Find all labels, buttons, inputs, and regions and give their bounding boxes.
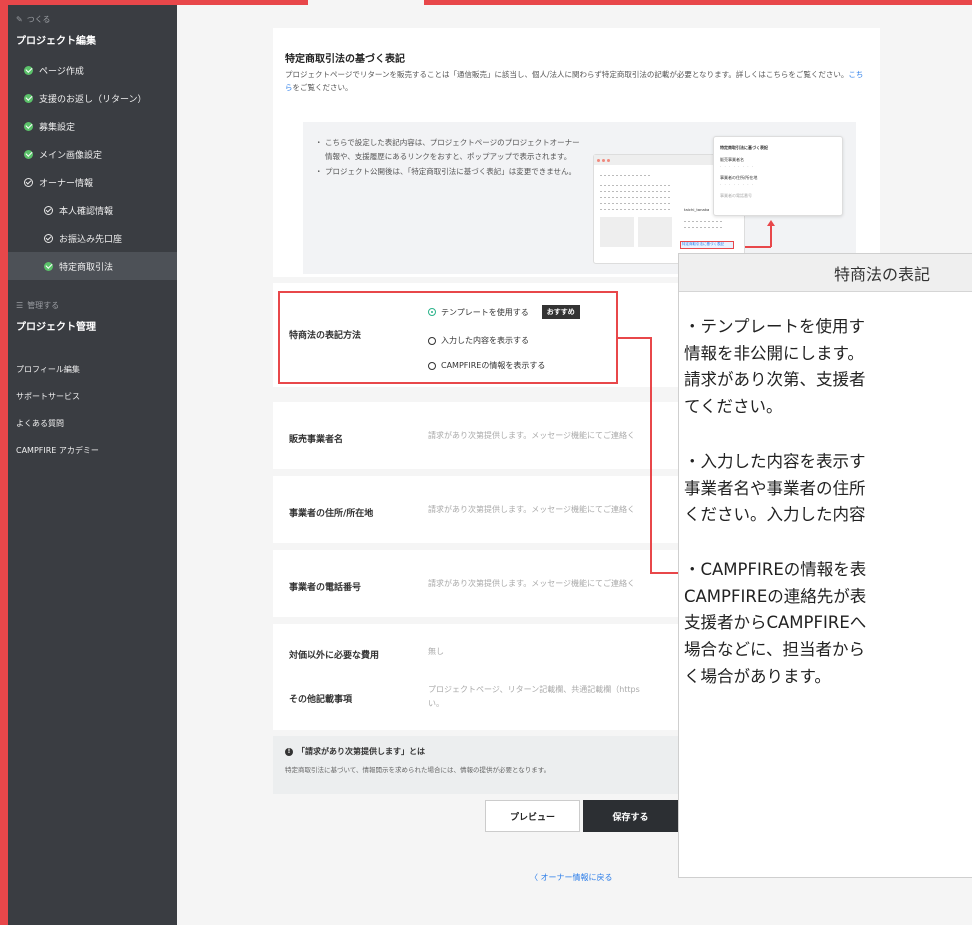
sidebar-link-profile[interactable]: プロフィール編集 — [8, 356, 177, 383]
sidebar-item-label: ページ作成 — [39, 66, 84, 77]
field-value[interactable]: 請求があり次第提供します。メッセージ機能にてご連絡く — [428, 504, 635, 516]
sidebar-section-label: 管理する — [27, 300, 60, 310]
field-label: 事業者の住所/所在地 — [289, 509, 374, 519]
field-label: 販売事業者名 — [289, 435, 344, 445]
illustration-owner: taichi_tanaka — [684, 207, 710, 212]
illustration-popup: 特定商取引法に基づく表記 販売事業者名 · · · · · · · · 事業者の… — [713, 136, 843, 216]
section-title: 特定商取引法の基づく表記 — [285, 54, 405, 65]
field-label: その他記載事項 — [289, 695, 353, 705]
screen: ✎ つくる プロジェクト編集 ページ作成 支援のお返し（リターン） 募集設定 メ… — [0, 0, 972, 925]
check-circle-icon — [24, 93, 33, 103]
sidebar-item-returns[interactable]: 支援のお返し（リターン） — [8, 84, 177, 112]
connector-line — [650, 337, 652, 574]
field-label: 対価以外に必要な費用 — [289, 651, 380, 661]
tooltip-body: ・テンプレートを使用す 情報を非公開にします。 請求があり次第、支援者 てくださ… — [684, 317, 867, 686]
highlight-frame-top — [424, 0, 972, 5]
check-outline-icon — [44, 205, 53, 215]
check-circle-icon — [24, 121, 33, 131]
highlight-frame-top — [8, 0, 308, 5]
sidebar-heading-project-manage[interactable]: プロジェクト管理 — [8, 314, 177, 336]
sidebar-item-recruit-settings[interactable]: 募集設定 — [8, 112, 177, 140]
connector-line — [618, 337, 651, 339]
check-circle-icon — [24, 149, 33, 159]
field-value[interactable]: 請求があり次第提供します。メッセージ機能にてご連絡く — [428, 430, 635, 442]
exclamation-icon: ! — [285, 747, 293, 756]
sidebar-item-label: 募集設定 — [39, 122, 76, 133]
save-button[interactable]: 保存する — [583, 800, 678, 832]
sidebar-link-academy[interactable]: CAMPFIRE アカデミー — [8, 437, 177, 464]
illustration-link: 特定商取引法に基づく表記 — [680, 241, 734, 249]
info-description: 特定商取引法に基づいて、情報開示を求められた場合には、情報の提供が必要となります… — [285, 766, 551, 774]
sidebar-item-bank-account[interactable]: お振込み先口座 — [8, 224, 177, 252]
sidebar-item-main-image[interactable]: メイン画像設定 — [8, 140, 177, 168]
sidebar-item-label: お振込み先口座 — [59, 234, 123, 245]
preview-button[interactable]: プレビュー — [485, 800, 580, 832]
sidebar-section-create: ✎ つくる — [8, 10, 177, 28]
note-item: プロジェクト公開後は、「特定商取引法に基づく表記」は変更できません。 — [315, 165, 585, 179]
sidebar-heading-project-edit[interactable]: プロジェクト編集 — [8, 28, 177, 50]
field-value[interactable]: 無し — [428, 646, 444, 658]
sidebar-item-label: 特定商取引法 — [59, 262, 114, 273]
check-circle-icon — [44, 261, 53, 271]
back-to-owner-info-link[interactable]: 〈 オーナー情報に戻る — [530, 872, 613, 883]
sidebar-link-faq[interactable]: よくある質問 — [8, 410, 177, 437]
sidebar-item-commerce-law[interactable]: 特定商取引法 — [8, 252, 177, 280]
field-value[interactable]: 請求があり次第提供します。メッセージ機能にてご連絡く — [428, 578, 635, 590]
sidebar-item-label: 支援のお返し（リターン） — [39, 94, 147, 105]
arrow-up-icon — [767, 220, 775, 226]
field-value-continued: い。 — [428, 699, 444, 708]
field-label: 事業者の電話番号 — [289, 583, 362, 593]
section-description: プロジェクトページでリターンを販売することは「通信販売」に該当し、個人/法人に関… — [285, 70, 864, 93]
check-circle-icon — [24, 65, 33, 75]
explanation-tooltip: 特商法の表記 ・テンプレートを使用す 情報を非公開にします。 請求があり次第、支… — [678, 253, 972, 878]
highlight-box — [278, 291, 618, 384]
connector-line — [650, 572, 680, 574]
sidebar-section-label: つくる — [26, 14, 51, 24]
sidebar-link-support[interactable]: サポートサービス — [8, 383, 177, 410]
notes-list: こちらで設定した表記内容は、プロジェクトページのプロジェクトオーナー情報や、支援… — [315, 136, 585, 180]
sidebar-item-label: オーナー情報 — [39, 178, 94, 189]
check-outline-icon — [44, 233, 53, 243]
sidebar-item-owner-info[interactable]: オーナー情報 — [8, 168, 177, 196]
sidebar: ✎ つくる プロジェクト編集 ページ作成 支援のお返し（リターン） 募集設定 メ… — [8, 0, 177, 925]
tooltip-title: 特商法の表記 — [679, 254, 972, 292]
sidebar-section-manage: ☰ 管理する — [8, 296, 177, 314]
highlight-frame-left — [0, 0, 8, 925]
list-icon: ☰ — [16, 300, 24, 310]
sidebar-item-identity[interactable]: 本人確認情報 — [8, 196, 177, 224]
sidebar-item-label: 本人確認情報 — [59, 206, 114, 217]
sidebar-item-label: メイン画像設定 — [39, 150, 103, 161]
notes-box: こちらで設定した表記内容は、プロジェクトページのプロジェクトオーナー情報や、支援… — [303, 122, 856, 274]
check-outline-icon — [24, 177, 33, 187]
commerce-law-section: 特定商取引法の基づく表記 プロジェクトページでリターンを販売することは「通信販売… — [273, 28, 880, 277]
info-title: ! 「請求があり次第提供します」とは — [285, 746, 425, 757]
note-item: こちらで設定した表記内容は、プロジェクトページのプロジェクトオーナー情報や、支援… — [315, 136, 585, 164]
pencil-icon: ✎ — [16, 14, 23, 24]
field-value[interactable]: プロジェクトページ、リターン記載欄、共通記載欄（https — [428, 684, 640, 696]
sidebar-item-page-create[interactable]: ページ作成 — [8, 56, 177, 84]
